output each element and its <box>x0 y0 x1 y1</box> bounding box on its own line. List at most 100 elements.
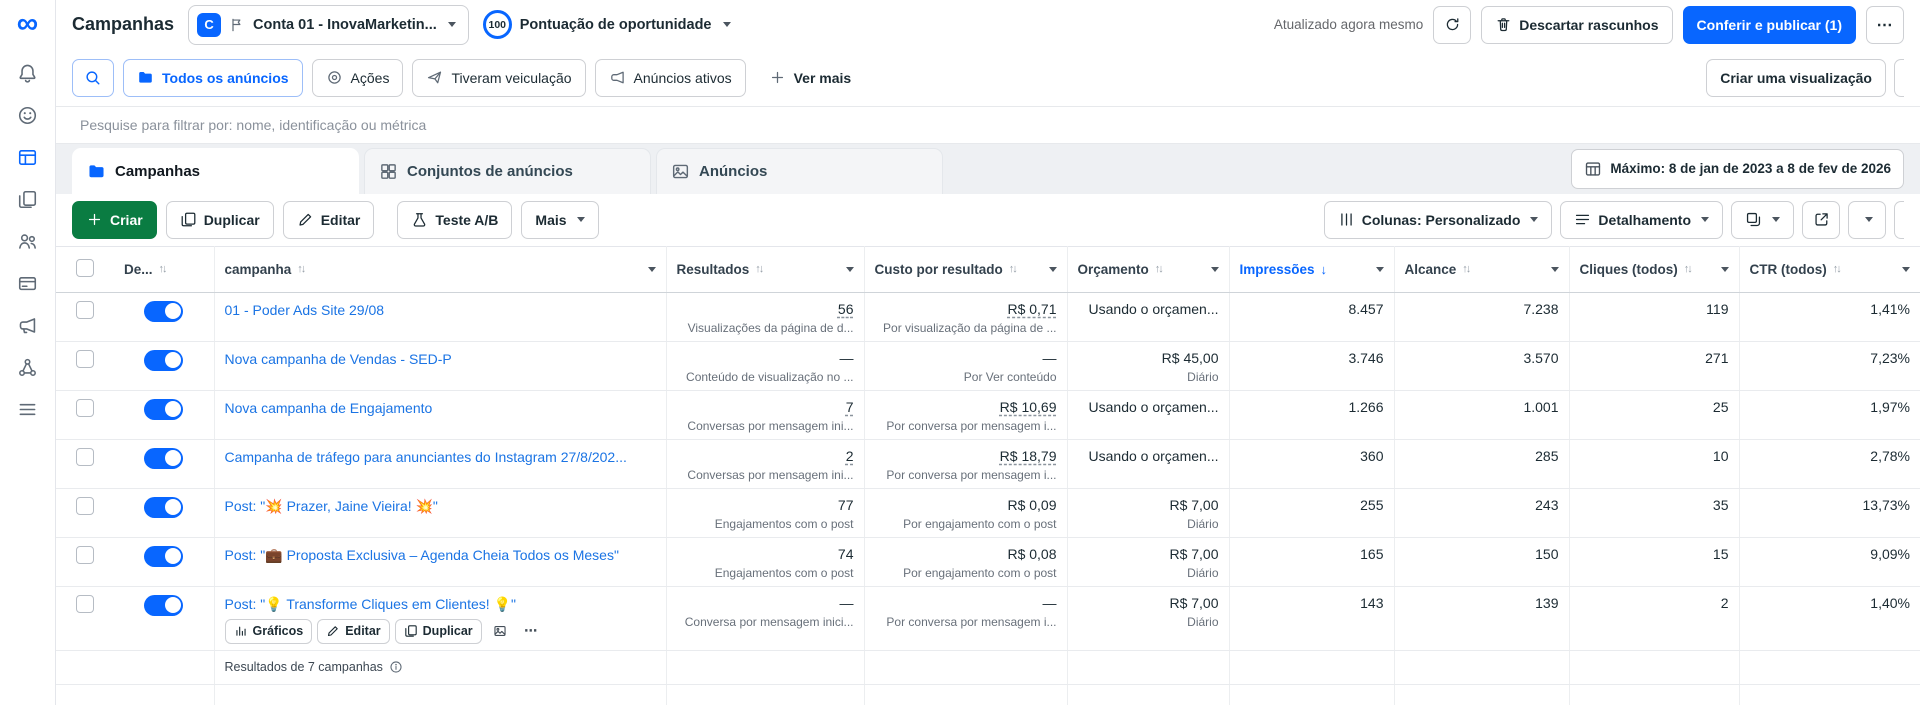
campaigns-table-icon[interactable] <box>15 144 41 170</box>
filter-chip-actions[interactable]: Ações <box>312 59 404 97</box>
column-header[interactable]: Cliques (todos) ↑↓ <box>1569 246 1739 292</box>
review-publish-button[interactable]: Conferir e publicar (1) <box>1683 6 1856 44</box>
sort-icon[interactable]: ↑↓ <box>1684 263 1693 275</box>
meta-logo[interactable]: ∞ <box>17 10 38 38</box>
more-options-button[interactable]: ⋯ <box>1866 6 1904 44</box>
campaign-status-toggle[interactable] <box>144 497 183 518</box>
row-checkbox[interactable] <box>76 301 94 319</box>
edit-button[interactable]: Editar <box>283 201 375 239</box>
edit-button[interactable]: Editar <box>317 619 389 644</box>
campaign-status-toggle[interactable] <box>144 399 183 420</box>
row-checkbox[interactable] <box>76 546 94 564</box>
cost-per-result-value[interactable]: — <box>875 350 1057 366</box>
column-menu-caret[interactable] <box>1899 267 1910 272</box>
column-header[interactable]: Orçamento ↑↓ <box>1067 246 1229 292</box>
export-options-button[interactable] <box>1848 201 1886 239</box>
preview-image-button[interactable] <box>487 619 513 644</box>
filter-chip-see-more[interactable]: Ver mais <box>755 59 866 97</box>
results-value[interactable]: 77 <box>677 497 854 513</box>
account-quality-icon[interactable] <box>15 102 41 128</box>
campaign-name-link[interactable]: Nova campanha de Engajamento <box>225 399 656 417</box>
account-selector[interactable]: C Conta 01 - InovaMarketin... <box>188 5 469 45</box>
row-checkbox[interactable] <box>76 399 94 417</box>
cost-per-result-value[interactable]: — <box>875 595 1057 611</box>
tab-campaigns[interactable]: Campanhas <box>72 148 359 194</box>
column-menu-caret[interactable] <box>1208 267 1219 272</box>
cost-per-result-value[interactable]: R$ 18,79 <box>875 448 1057 464</box>
sort-icon[interactable]: ↑↓ <box>1009 263 1018 275</box>
campaign-name-link[interactable]: Post: "💡 Transforme Cliques em Clientes!… <box>225 595 656 613</box>
column-header[interactable]: campanha ↑↓ <box>214 246 666 292</box>
create-button[interactable]: Criar <box>72 201 157 239</box>
column-header[interactable]: Resultados ↑↓ <box>666 246 864 292</box>
campaign-status-toggle[interactable] <box>144 301 183 322</box>
filter-chip-had-delivery[interactable]: Tiveram veiculação <box>412 59 585 97</box>
discard-drafts-button[interactable]: Descartar rascunhos <box>1481 6 1672 44</box>
column-header[interactable]: Alcance ↑↓ <box>1394 246 1569 292</box>
sort-icon[interactable]: ↑↓ <box>1462 263 1471 275</box>
breakdown-button[interactable]: Detalhamento <box>1560 201 1723 239</box>
row-checkbox[interactable] <box>76 595 94 613</box>
tab-ads[interactable]: Anúncios <box>656 148 943 194</box>
campaign-status-toggle[interactable] <box>144 448 183 469</box>
opportunity-score-dropdown[interactable]: 100 Pontuação de oportunidade <box>483 10 731 39</box>
sort-icon[interactable]: ↑↓ <box>1155 263 1164 275</box>
campaign-status-toggle[interactable] <box>144 546 183 567</box>
megaphone-icon[interactable] <box>15 312 41 338</box>
more-options-button[interactable]: ⋯ <box>518 619 544 644</box>
billing-icon[interactable] <box>15 270 41 296</box>
business-structure-icon[interactable] <box>15 354 41 380</box>
row-checkbox[interactable] <box>76 497 94 515</box>
results-value[interactable]: — <box>677 595 854 611</box>
duplicate-button[interactable]: Duplicar <box>395 619 482 644</box>
results-value[interactable]: 74 <box>677 546 854 562</box>
campaign-name-link[interactable]: Post: "💥 Prazer, Jaine Vieira! 💥" <box>225 497 656 515</box>
notifications-bell-icon[interactable] <box>15 60 41 86</box>
results-value[interactable]: 2 <box>677 448 854 464</box>
reports-button[interactable] <box>1731 201 1794 239</box>
cost-per-result-value[interactable]: R$ 0,09 <box>875 497 1057 513</box>
campaign-name-link[interactable]: Post: "💼 Proposta Exclusiva – Agenda Che… <box>225 546 656 564</box>
date-range-selector[interactable]: Máximo: 8 de jan de 2023 a 8 de fev de 2… <box>1571 149 1904 189</box>
pages-icon[interactable] <box>15 186 41 212</box>
row-checkbox[interactable] <box>76 350 94 368</box>
results-value[interactable]: 7 <box>677 399 854 415</box>
sort-icon[interactable]: ↑↓ <box>159 263 168 275</box>
column-menu-caret[interactable] <box>843 267 854 272</box>
column-header[interactable]: Custo por resultado ↑↓ <box>864 246 1067 292</box>
column-menu-caret[interactable] <box>1046 267 1057 272</box>
tab-ad-sets[interactable]: Conjuntos de anúncios <box>364 148 651 194</box>
campaign-name-link[interactable]: Campanha de tráfego para anunciantes do … <box>225 448 656 466</box>
search-button[interactable] <box>72 59 114 97</box>
row-checkbox[interactable] <box>76 448 94 466</box>
menu-icon[interactable] <box>15 396 41 422</box>
campaign-status-toggle[interactable] <box>144 350 183 371</box>
columns-button[interactable]: Colunas: Personalizado <box>1324 201 1553 239</box>
charts-button[interactable]: Gráficos <box>225 619 313 644</box>
sort-icon[interactable]: ↓ <box>1321 262 1330 277</box>
select-all-checkbox[interactable] <box>76 259 94 277</box>
campaign-name-link[interactable]: Nova campanha de Vendas - SED-P <box>225 350 656 368</box>
audiences-icon[interactable] <box>15 228 41 254</box>
cost-per-result-value[interactable]: R$ 10,69 <box>875 399 1057 415</box>
campaign-name-link[interactable]: 01 - Poder Ads Site 29/08 <box>225 301 656 319</box>
filter-chip-active-ads[interactable]: Anúncios ativos <box>595 59 746 97</box>
column-header[interactable]: De... ↑↓ <box>114 246 214 292</box>
column-menu-caret[interactable] <box>1548 267 1559 272</box>
column-menu-caret[interactable] <box>1373 267 1384 272</box>
ab-test-button[interactable]: Teste A/B <box>397 201 512 239</box>
duplicate-button[interactable]: Duplicar <box>166 201 274 239</box>
column-menu-caret[interactable] <box>645 267 656 272</box>
export-button[interactable] <box>1802 201 1840 239</box>
results-value[interactable]: — <box>677 350 854 366</box>
create-view-button[interactable]: Criar uma visualização <box>1706 59 1886 97</box>
sort-icon[interactable]: ↑↓ <box>1833 263 1842 275</box>
search-filter-input[interactable] <box>80 117 1896 133</box>
column-header[interactable]: Impressões ↓ <box>1229 246 1394 292</box>
filter-chip-all-ads[interactable]: Todos os anúncios <box>123 59 303 97</box>
clipped-button[interactable] <box>1894 201 1904 239</box>
sort-icon[interactable]: ↑↓ <box>297 263 306 275</box>
refresh-button[interactable] <box>1433 6 1471 44</box>
cost-per-result-value[interactable]: R$ 0,71 <box>875 301 1057 317</box>
more-button[interactable]: Mais <box>521 201 598 239</box>
